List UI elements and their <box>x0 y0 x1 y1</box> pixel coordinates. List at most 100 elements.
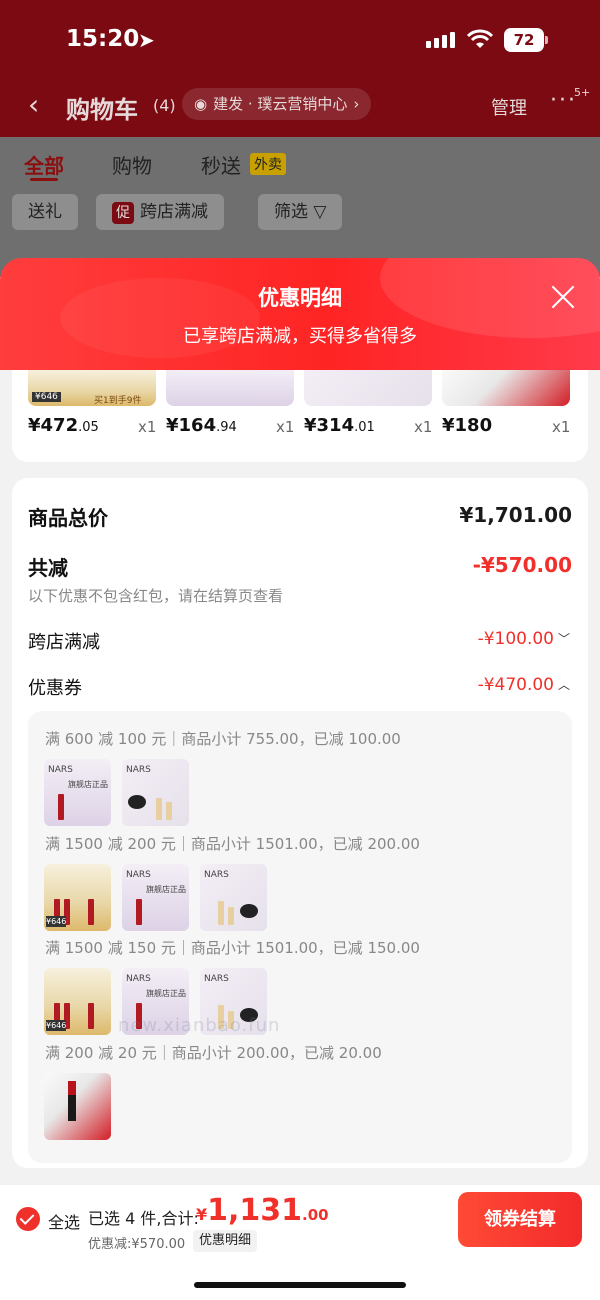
chip-cross-store-label: 跨店满减 <box>140 202 208 222</box>
cart-header-bg: 15:20 ➤ 72 ‹ 购物车 (4) ◉ 建发 · 璞云营销中心 › 管理 … <box>0 0 600 137</box>
price-dec: .05 <box>78 420 99 435</box>
status-time: 15:20 <box>66 26 140 52</box>
home-indicator <box>194 1282 406 1288</box>
thumb-caption: 旗舰店正品 <box>68 780 108 789</box>
product-shape <box>128 795 146 809</box>
filter-icon: ▽ <box>313 202 327 222</box>
price-int: ¥472 <box>28 415 79 436</box>
battery-icon: 72 <box>504 28 544 52</box>
takeout-tag: 外卖 <box>250 153 286 175</box>
product-strip: 买1到手9件 ¥646 ¥472.05 x1 ¥164.94 x1 ¥314 .0… <box>12 370 588 462</box>
total-currency: ¥ <box>196 1205 208 1224</box>
tab-instant[interactable]: 秒送 <box>201 150 241 179</box>
thumb-brand: NARS <box>48 765 73 775</box>
coupon-items: ¥646 NARS 旗舰店正品 NARS <box>44 864 267 931</box>
product-thumb[interactable]: NARS <box>200 864 267 931</box>
select-all-checkbox[interactable] <box>16 1207 40 1231</box>
product-shape <box>156 798 162 820</box>
more-icon[interactable]: ··· <box>550 88 577 113</box>
product-thumb[interactable]: NARS <box>122 759 189 826</box>
coupon-row[interactable]: 优惠券 -¥470.00 ︿ <box>12 670 588 706</box>
coupon-items <box>44 1073 111 1140</box>
product-price: ¥164.94 <box>166 415 237 436</box>
coupon-items: NARS 旗舰店正品 NARS <box>44 759 189 826</box>
product-thumb[interactable]: 买1到手9件 ¥646 <box>28 370 156 406</box>
product-thumb[interactable]: ¥646 <box>44 968 111 1035</box>
thumb-price: ¥646 <box>46 1020 67 1031</box>
watermark: new.xianbao.fun <box>118 1015 281 1036</box>
product-thumb[interactable]: NARS 旗舰店正品 <box>44 759 111 826</box>
discount-detail-button[interactable]: 优惠明细 <box>193 1230 258 1252</box>
product-shape <box>240 904 258 918</box>
promo-tag: 促 <box>112 202 134 224</box>
product-thumb[interactable] <box>442 370 570 406</box>
thumb-caption: 买1到手9件 <box>94 396 142 406</box>
discount-summary-card: 商品总价 ¥1,701.00 共减 -¥570.00 以下优惠不包含红包，请在结… <box>12 478 588 1168</box>
total-price-label: 商品总价 <box>28 506 108 530</box>
page-title: 购物车 <box>66 96 138 124</box>
product-shape <box>68 1091 76 1121</box>
cross-store-value: -¥100.00 <box>477 629 554 649</box>
thumb-price: ¥646 <box>46 916 67 927</box>
tab-shopping[interactable]: 购物 <box>112 150 152 179</box>
chevron-up-icon: ︿ <box>557 678 570 692</box>
tab-all[interactable]: 全部 <box>24 150 64 179</box>
product-shape <box>58 794 64 820</box>
coupon-value: -¥470.00 <box>477 675 554 695</box>
manage-button[interactable]: 管理 <box>491 94 527 120</box>
chip-cross-store[interactable]: 促跨店满减 <box>96 194 224 230</box>
product-qty: x1 <box>414 418 433 436</box>
chip-gift[interactable]: 送礼 <box>12 194 78 230</box>
product-thumb[interactable] <box>44 1073 111 1140</box>
eye-icon: ◉ <box>194 95 208 113</box>
coupon-rule: 满 200 减 20 元｜商品小计 200.00，已减 20.00 <box>45 1044 382 1062</box>
product-price: ¥180 <box>442 415 492 436</box>
total-dec: .00 <box>302 1206 329 1224</box>
cart-count: (4) <box>153 96 176 115</box>
price-dec: .94 <box>216 420 237 435</box>
thumb-brand: NARS <box>126 870 151 880</box>
coupon-label: 优惠券 <box>28 678 82 699</box>
chip-filter[interactable]: 筛选 ▽ <box>258 194 343 230</box>
back-icon[interactable]: ‹ <box>28 88 39 121</box>
cart-tabs: 全部 购物 秒送 外卖 <box>0 150 600 190</box>
product-qty: x1 <box>138 418 157 436</box>
cross-store-row[interactable]: 跨店满减 -¥100.00 ﹀ <box>12 624 588 660</box>
thumb-brand: NARS <box>204 974 229 984</box>
product-shape <box>166 802 172 820</box>
product-price: ¥472.05 <box>28 415 99 436</box>
chip-filter-label: 筛选 <box>274 202 308 222</box>
price-int: ¥314 <box>304 415 355 436</box>
product-thumb[interactable]: NARS 旗舰店正品 <box>122 864 189 931</box>
product-shape <box>68 1081 76 1095</box>
status-bar: 15:20 ➤ 72 <box>0 24 600 58</box>
product-thumb[interactable]: ¥646 <box>44 864 111 931</box>
product-thumb[interactable] <box>304 370 432 406</box>
thumb-brand: NARS <box>204 870 229 880</box>
checkout-bar: 全选 已选 4 件,合计: ¥1,131.00 优惠减:¥570.00 优惠明细… <box>0 1185 600 1300</box>
sheet-subtitle: 已享跨店满减，买得多省得多 <box>183 326 417 347</box>
discount-sheet-header: 优惠明细 已享跨店满减，买得多省得多 <box>0 258 600 370</box>
product-shape <box>88 1003 94 1029</box>
coupon-rule: 满 600 减 100 元｜商品小计 755.00，已减 100.00 <box>45 730 401 748</box>
total-amount: ¥1,131.00 <box>196 1193 329 1228</box>
total-price-value: ¥1,701.00 <box>459 503 572 527</box>
thumb-brand: NARS <box>126 765 151 775</box>
thumb-brand: NARS <box>126 974 151 984</box>
close-icon[interactable] <box>548 282 578 312</box>
thumb-caption: 旗舰店正品 <box>146 885 186 894</box>
total-int: 1,131 <box>207 1193 303 1228</box>
address-selector[interactable]: ◉ 建发 · 璞云营销中心 › <box>182 88 372 120</box>
select-all-label[interactable]: 全选 <box>48 1209 80 1233</box>
product-thumb[interactable] <box>166 370 294 406</box>
thumb-caption: 旗舰店正品 <box>146 989 186 998</box>
checkout-button[interactable]: 领券结算 <box>458 1192 582 1247</box>
reduce-hint: 以下优惠不包含红包，请在结算页查看 <box>28 587 284 605</box>
battery-tip <box>545 36 548 44</box>
reduce-label: 共减 <box>28 556 68 580</box>
tab-underline <box>30 178 58 181</box>
location-arrow-icon: ➤ <box>138 28 155 52</box>
product-shape <box>228 907 234 925</box>
thumb-price: ¥646 <box>32 392 61 402</box>
selected-count: 已选 4 件,合计: <box>88 1209 199 1228</box>
